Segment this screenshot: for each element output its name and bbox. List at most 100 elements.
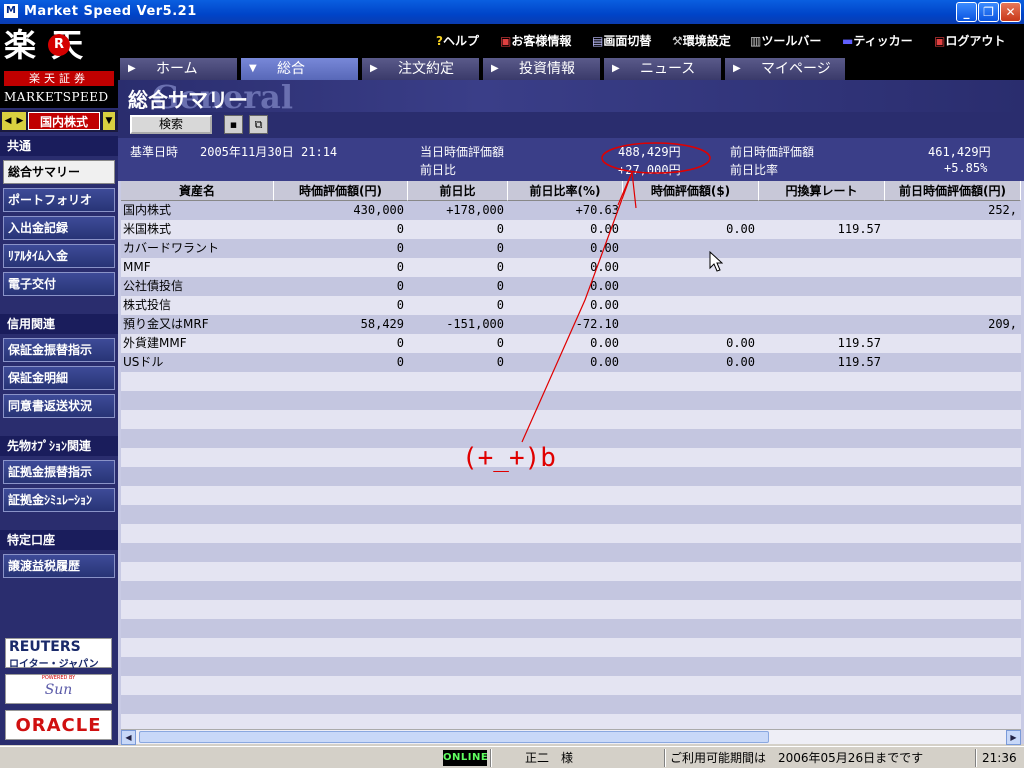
sidebar: 楽 天 R 楽天証券 MARKETSPEED ◀ ▶ 国内株式 ▼ 共通 総合サ…: [0, 24, 118, 745]
table-cell: 0: [496, 355, 504, 369]
menu-ticker[interactable]: ▬ティッカー: [842, 32, 913, 49]
market-dropdown-icon[interactable]: ▼: [103, 112, 115, 130]
base-date-value: 2005年11月30日 21:14: [200, 145, 338, 159]
col-asset-name[interactable]: 資産名: [121, 181, 274, 201]
sun-logo: POWERED BY Sun: [5, 674, 112, 704]
table-cell: 0: [396, 222, 404, 236]
table-cell: 119.57: [837, 355, 881, 369]
close-button[interactable]: ✕: [1000, 2, 1021, 22]
main-tabs: ▶ ホーム ▼ 総合 ▶ 注文約定 ▶ 投資情報 ▶ ニュース ▶ マイページ: [118, 56, 1024, 80]
table-row: [121, 657, 1021, 676]
col-prev-value[interactable]: 前日時価評価額(円): [885, 181, 1021, 201]
table-row: [121, 695, 1021, 714]
ticker-icon: ▬: [842, 34, 854, 48]
table-cell: [623, 239, 759, 258]
table-cell: 0: [496, 279, 504, 293]
menu-settings[interactable]: ⚒環境設定: [672, 32, 731, 49]
table-cell: 252,: [988, 203, 1017, 217]
prev-value: 461,429円: [928, 145, 991, 159]
sidebar-item-margin-transfer[interactable]: 保証金振替指示: [3, 338, 115, 362]
table-row[interactable]: カバードワラント 0 0 0.00: [121, 239, 1021, 258]
sidebar-item-e-delivery[interactable]: 電子交付: [3, 272, 115, 296]
col-day-change-rate[interactable]: 前日比率(%): [508, 181, 623, 201]
table-row[interactable]: 預り金又はMRF 58,429 -151,000 -72.10 209,: [121, 315, 1021, 334]
table-row[interactable]: 外貨建MMF 0 0 0.00 0.00 119.57: [121, 334, 1021, 353]
table-cell: [623, 277, 759, 296]
table-cell: 0: [496, 336, 504, 350]
col-value-jpy[interactable]: 時価評価額(円): [274, 181, 408, 201]
table-cell: 0.00: [726, 336, 755, 350]
table-row[interactable]: MMF 0 0 0.00: [121, 258, 1021, 277]
sidebar-item-summary[interactable]: 総合サマリー: [3, 160, 115, 184]
table-cell: 0: [496, 241, 504, 255]
maximize-button[interactable]: ❐: [978, 2, 999, 22]
tab-investment-info[interactable]: ▶ 投資情報: [483, 58, 602, 80]
table-cell: [885, 239, 1021, 258]
table-cell: 0: [496, 260, 504, 274]
table-row[interactable]: 米国株式 0 0 0.00 0.00 119.57: [121, 220, 1021, 239]
menu-logout[interactable]: ▣ログアウト: [934, 32, 1005, 49]
table-cell: [623, 315, 759, 334]
table-cell: 0: [496, 298, 504, 312]
table-row: [121, 638, 1021, 657]
menu-customer-info[interactable]: ▣お客様情報: [500, 32, 571, 49]
sidebar-item-consent-status[interactable]: 同意書返送状況: [3, 394, 115, 418]
col-value-usd[interactable]: 時価評価額($): [623, 181, 759, 201]
table-row[interactable]: 株式投信 0 0 0.00: [121, 296, 1021, 315]
table-cell: [759, 315, 885, 334]
minimize-button[interactable]: _: [956, 2, 977, 22]
title-bar: M Market Speed Ver5.21 _ ❐ ✕: [0, 0, 1024, 24]
search-button[interactable]: 検索: [130, 115, 212, 134]
col-day-change[interactable]: 前日比: [408, 181, 508, 201]
table-row[interactable]: 公社債投信 0 0 0.00: [121, 277, 1021, 296]
table-row: [121, 714, 1021, 729]
tab-mypage[interactable]: ▶ マイページ: [725, 58, 847, 80]
section-specified-account: 特定口座: [0, 530, 118, 550]
market-selector[interactable]: 国内株式: [28, 112, 100, 130]
menu-help[interactable]: ?ヘルプ: [436, 32, 479, 49]
tab-arrow-icon: ▶: [491, 63, 499, 74]
horizontal-scrollbar[interactable]: ◀ ▶: [121, 729, 1021, 745]
sidebar-item-tax-history[interactable]: 譲渡益税履歴: [3, 554, 115, 578]
menu-bar: ?ヘルプ ▣お客様情報 ▤画面切替 ⚒環境設定 ▥ツールバー ▬ティッカー ▣ロ…: [118, 24, 1024, 56]
table-cell: 0.00: [726, 222, 755, 236]
tab-orders[interactable]: ▶ 注文約定: [362, 58, 481, 80]
table-cell: カバードワラント: [123, 241, 220, 255]
table-cell: 430,000: [353, 203, 404, 217]
copy-icon[interactable]: ⧉: [249, 115, 268, 134]
menu-screen-switch[interactable]: ▤画面切替: [592, 32, 651, 49]
scroll-right-icon[interactable]: ▶: [1006, 730, 1021, 745]
page-title: 総合サマリー: [128, 88, 248, 112]
sidebar-item-collateral-transfer[interactable]: 証拠金振替指示: [3, 460, 115, 484]
table-cell: 公社債投信: [123, 279, 184, 293]
table-cell: 0.00: [590, 336, 619, 350]
table-cell: -72.10: [575, 317, 619, 331]
tab-general[interactable]: ▼ 総合: [241, 58, 360, 80]
table-cell: MMF: [123, 260, 151, 274]
scroll-left-icon[interactable]: ◀: [121, 730, 136, 745]
current-value: 488,429円: [618, 145, 681, 159]
market-next-icon[interactable]: ▶: [14, 112, 26, 130]
reuters-logo: REUTERS ロイター・ジャパン: [5, 638, 112, 670]
col-fx-rate[interactable]: 円換算レート: [759, 181, 885, 201]
sidebar-item-portfolio[interactable]: ポートフォリオ: [3, 188, 115, 212]
menu-toolbar[interactable]: ▥ツールバー: [750, 32, 821, 49]
window-title: Market Speed Ver5.21: [24, 4, 197, 19]
table-row[interactable]: 国内株式 430,000 +178,000 +70.63 252,: [121, 201, 1021, 220]
sidebar-item-collateral-simulation[interactable]: 証拠金ｼﾐｭﾚｰｼｮﾝ: [3, 488, 115, 512]
table-row: [121, 429, 1021, 448]
table-cell: [885, 277, 1021, 296]
status-separator: [490, 749, 492, 767]
sidebar-item-realtime-deposit[interactable]: ﾘｱﾙﾀｲﾑ入金: [3, 244, 115, 268]
market-prev-icon[interactable]: ◀: [2, 112, 14, 130]
table-cell: -151,000: [446, 317, 504, 331]
tab-news[interactable]: ▶ ニュース: [604, 58, 723, 80]
table-row[interactable]: USドル 0 0 0.00 0.00 119.57: [121, 353, 1021, 372]
sidebar-item-deposit-history[interactable]: 入出金記録: [3, 216, 115, 240]
tab-home[interactable]: ▶ ホーム: [120, 58, 239, 80]
sidebar-item-margin-detail[interactable]: 保証金明細: [3, 366, 115, 390]
page-header: General 総合サマリー: [118, 78, 1024, 116]
save-icon[interactable]: ▪: [224, 115, 243, 134]
scrollbar-thumb[interactable]: [139, 731, 769, 743]
table-cell: 0: [396, 279, 404, 293]
